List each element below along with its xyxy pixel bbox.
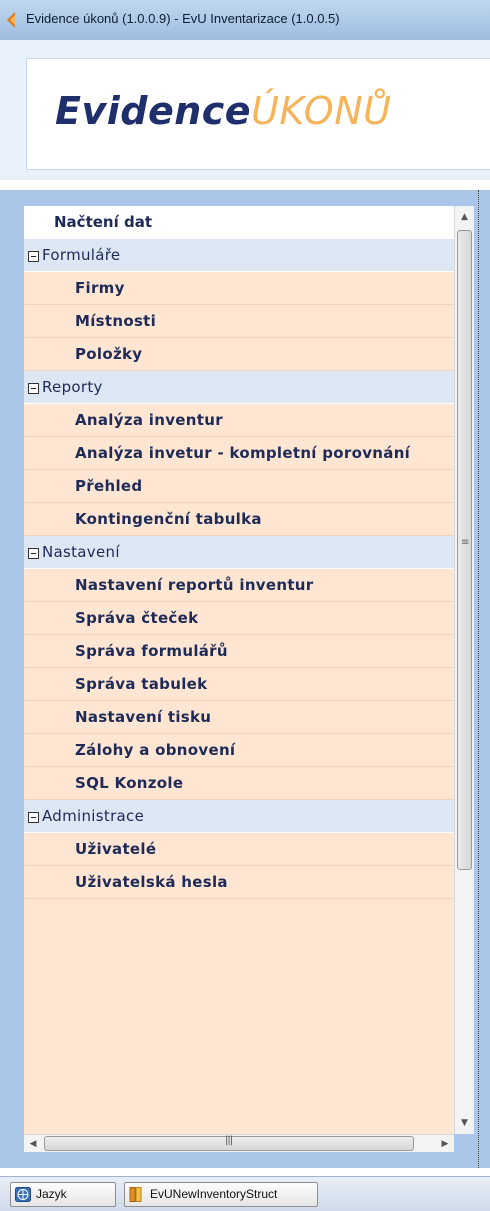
nav-group-formulare[interactable]: Formuláře (24, 239, 454, 272)
scroll-left-icon[interactable]: ◀ (24, 1135, 42, 1153)
nav-item-label: Správa formulářů (75, 642, 228, 660)
nav-item-label: Položky (75, 345, 143, 363)
logo-box: EvidenceÚKONŮ (26, 58, 490, 170)
navigation-panel: Načtení dat Formuláře Firmy Místnosti Po… (0, 190, 490, 1168)
nav-item-kontingencni-tabulka[interactable]: Kontingenční tabulka (24, 503, 454, 536)
nav-item-sql-konzole[interactable]: SQL Konzole (24, 767, 454, 800)
nav-item-prehled[interactable]: Přehled (24, 470, 454, 503)
header-area: EvidenceÚKONŮ (0, 40, 490, 180)
nav-item-label: Správa tabulek (75, 675, 208, 693)
nav-group-administrace[interactable]: Administrace (24, 800, 454, 833)
nav-item-zalohy[interactable]: Zálohy a obnovení (24, 734, 454, 767)
form-icon (129, 1187, 142, 1202)
nav-group-nastaveni[interactable]: Nastavení (24, 536, 454, 569)
nav-item-analyza-kompletni[interactable]: Analýza invetur - kompletní porovnání (24, 437, 454, 470)
nav-item-label: Nastavení tisku (75, 708, 212, 726)
collapse-icon[interactable] (28, 383, 39, 394)
nav-item-label: Načtení dat (54, 213, 152, 231)
nav-group-label: Nastavení (42, 543, 120, 561)
taskbar-button-jazyk[interactable]: Jazyk (10, 1182, 116, 1207)
app-icon (7, 12, 15, 28)
nav-item-firmy[interactable]: Firmy (24, 272, 454, 305)
scroll-up-icon[interactable]: ▲ (455, 206, 474, 228)
taskbar-button-label: EvUNewInventoryStruct (150, 1187, 278, 1201)
nav-item-polozky[interactable]: Položky (24, 338, 454, 371)
globe-icon (15, 1187, 31, 1202)
collapse-icon[interactable] (28, 812, 39, 823)
logo-text-ukonu: ÚKONŮ (251, 89, 392, 133)
horizontal-scrollbar[interactable]: ◀ ||| ▶ (24, 1134, 454, 1152)
nav-item-uzivatelska-hesla[interactable]: Uživatelská hesla (24, 866, 454, 899)
collapse-icon[interactable] (28, 548, 39, 559)
nav-item-label: SQL Konzole (75, 774, 184, 792)
window-title: Evidence úkonů (1.0.0.9) - EvU Inventari… (26, 11, 340, 26)
nav-group-reporty[interactable]: Reporty (24, 371, 454, 404)
nav-item-label: Místnosti (75, 312, 157, 330)
nav-item-sprava-ctecek[interactable]: Správa čteček (24, 602, 454, 635)
nav-item-nastaveni-reportu[interactable]: Nastavení reportů inventur (24, 569, 454, 602)
nav-item-label: Přehled (75, 477, 143, 495)
nav-item-label: Správa čteček (75, 609, 199, 627)
nav-item-mistnosti[interactable]: Místnosti (24, 305, 454, 338)
grip-icon: ||| (225, 1135, 233, 1146)
nav-item-label: Analýza inventur (75, 411, 223, 429)
nav-item-label: Uživatelé (75, 840, 157, 858)
taskbar-button-evunewinventorystruct[interactable]: EvUNewInventoryStruct (124, 1182, 318, 1207)
navigation-tree: Načtení dat Formuláře Firmy Místnosti Po… (24, 206, 454, 1134)
taskbar-button-label: Jazyk (36, 1187, 67, 1201)
panel-splitter[interactable] (478, 190, 479, 1168)
nav-item-label: Analýza invetur - kompletní porovnání (75, 444, 411, 462)
vertical-scroll-thumb[interactable]: ≡ (457, 230, 472, 870)
nav-item-sprava-tabulek[interactable]: Správa tabulek (24, 668, 454, 701)
nav-item-analyza-inventur[interactable]: Analýza inventur (24, 404, 454, 437)
nav-item-nastaveni-tisku[interactable]: Nastavení tisku (24, 701, 454, 734)
grip-icon: ≡ (461, 537, 470, 548)
scroll-down-icon[interactable]: ▼ (455, 1112, 474, 1134)
nav-item-sprava-formularu[interactable]: Správa formulářů (24, 635, 454, 668)
scroll-right-icon[interactable]: ▶ (436, 1135, 454, 1153)
nav-group-label: Administrace (42, 807, 145, 825)
collapse-icon[interactable] (28, 251, 39, 262)
logo: EvidenceÚKONŮ (55, 89, 391, 133)
nav-group-label: Reporty (42, 378, 103, 396)
logo-text-evidence: Evidence (55, 89, 252, 133)
horizontal-scroll-thumb[interactable]: ||| (44, 1135, 414, 1151)
nav-item-label: Uživatelská hesla (75, 873, 228, 891)
nav-item-nacteni-dat[interactable]: Načtení dat (24, 206, 454, 239)
nav-item-label: Firmy (75, 279, 125, 297)
window-titlebar[interactable]: Evidence úkonů (1.0.0.9) - EvU Inventari… (0, 0, 490, 41)
nav-item-label: Zálohy a obnovení (75, 741, 236, 759)
nav-item-uzivatele[interactable]: Uživatelé (24, 833, 454, 866)
nav-item-label: Kontingenční tabulka (75, 510, 262, 528)
nav-item-label: Nastavení reportů inventur (75, 576, 314, 594)
taskbar: Jazyk EvUNewInventoryStruct (0, 1176, 490, 1211)
nav-group-label: Formuláře (42, 246, 121, 264)
vertical-scrollbar[interactable]: ▲ ≡ ▼ (454, 206, 474, 1134)
